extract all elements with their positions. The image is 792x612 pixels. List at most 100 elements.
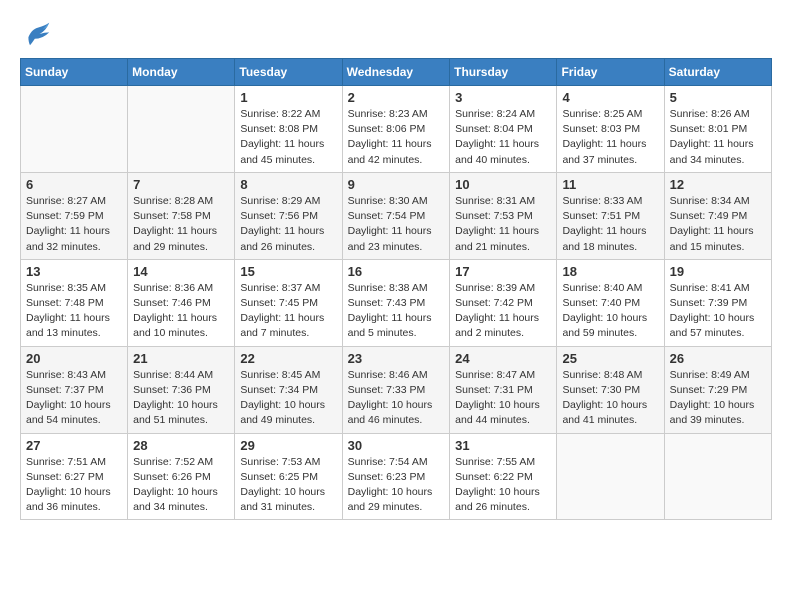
calendar-header-tuesday: Tuesday [235,59,342,86]
calendar-cell [21,86,128,173]
day-info: Sunrise: 8:22 AMSunset: 8:08 PMDaylight:… [240,107,336,168]
calendar-cell: 28Sunrise: 7:52 AMSunset: 6:26 PMDayligh… [128,433,235,520]
calendar-cell: 21 Sunrise: 8:44 AMSunset: 7:36 PMDayligh… [128,346,235,433]
day-info: Sunrise: 8:27 AMSunset: 7:59 PMDaylight:… [26,194,122,255]
calendar-cell: 15 Sunrise: 8:37 AMSunset: 7:45 PMDayligh… [235,259,342,346]
day-info: Sunrise: 8:39 AMSunset: 7:42 PMDaylight:… [455,281,551,342]
day-number: 17 [455,264,551,279]
calendar-cell: 31 Sunrise: 7:55 AMSunset: 6:22 PMDayligh… [450,433,557,520]
calendar-header-monday: Monday [128,59,235,86]
day-number: 25 [562,351,658,366]
day-info: Sunrise: 8:33 AMSunset: 7:51 PMDaylight:… [562,194,658,255]
day-number: 26 [670,351,766,366]
logo-bird-icon [22,20,54,48]
day-number: 3 [455,90,551,105]
day-number: 30 [348,438,445,453]
page-header [20,20,772,48]
day-info: Sunrise: 8:45 AMSunset: 7:34 PMDaylight:… [240,368,336,429]
day-number: 6 [26,177,122,192]
calendar-cell: 14 Sunrise: 8:36 AMSunset: 7:46 PMDayligh… [128,259,235,346]
calendar-header-sunday: Sunday [21,59,128,86]
calendar-cell [664,433,771,520]
day-number: 22 [240,351,336,366]
day-info: Sunrise: 8:44 AMSunset: 7:36 PMDaylight:… [133,368,229,429]
calendar-cell: 3 Sunrise: 8:24 AMSunset: 8:04 PMDaylight… [450,86,557,173]
day-info: Sunrise: 7:55 AMSunset: 6:22 PMDaylight:… [455,455,551,516]
day-number: 23 [348,351,445,366]
day-number: 18 [562,264,658,279]
day-info: Sunrise: 8:49 AMSunset: 7:29 PMDaylight:… [670,368,766,429]
day-info: Sunrise: 8:38 AMSunset: 7:43 PMDaylight:… [348,281,445,342]
calendar-cell: 23 Sunrise: 8:46 AMSunset: 7:33 PMDayligh… [342,346,450,433]
calendar-cell: 12Sunrise: 8:34 AMSunset: 7:49 PMDayligh… [664,172,771,259]
day-info: Sunrise: 8:31 AMSunset: 7:53 PMDaylight:… [455,194,551,255]
day-number: 15 [240,264,336,279]
day-number: 29 [240,438,336,453]
day-info: Sunrise: 8:30 AMSunset: 7:54 PMDaylight:… [348,194,445,255]
day-info: Sunrise: 8:23 AMSunset: 8:06 PMDaylight:… [348,107,445,168]
day-number: 19 [670,264,766,279]
calendar-cell [557,433,664,520]
day-info: Sunrise: 7:54 AMSunset: 6:23 PMDaylight:… [348,455,445,516]
day-info: Sunrise: 8:43 AMSunset: 7:37 PMDaylight:… [26,368,122,429]
calendar-header-row: SundayMondayTuesdayWednesdayThursdayFrid… [21,59,772,86]
day-number: 7 [133,177,229,192]
calendar-cell [128,86,235,173]
calendar-cell: 2 Sunrise: 8:23 AMSunset: 8:06 PMDaylight… [342,86,450,173]
day-info: Sunrise: 8:37 AMSunset: 7:45 PMDaylight:… [240,281,336,342]
calendar-cell: 27Sunrise: 7:51 AMSunset: 6:27 PMDayligh… [21,433,128,520]
calendar-week-row: 20 Sunrise: 8:43 AMSunset: 7:37 PMDayligh… [21,346,772,433]
day-info: Sunrise: 8:41 AMSunset: 7:39 PMDaylight:… [670,281,766,342]
day-info: Sunrise: 8:24 AMSunset: 8:04 PMDaylight:… [455,107,551,168]
calendar-cell: 19 Sunrise: 8:41 AMSunset: 7:39 PMDayligh… [664,259,771,346]
day-info: Sunrise: 8:36 AMSunset: 7:46 PMDaylight:… [133,281,229,342]
calendar-week-row: 13 Sunrise: 8:35 AMSunset: 7:48 PMDayligh… [21,259,772,346]
calendar-cell: 25 Sunrise: 8:48 AMSunset: 7:30 PMDayligh… [557,346,664,433]
calendar-header-friday: Friday [557,59,664,86]
day-info: Sunrise: 8:48 AMSunset: 7:30 PMDaylight:… [562,368,658,429]
day-number: 16 [348,264,445,279]
day-info: Sunrise: 8:40 AMSunset: 7:40 PMDaylight:… [562,281,658,342]
calendar-cell: 26 Sunrise: 8:49 AMSunset: 7:29 PMDayligh… [664,346,771,433]
calendar-cell: 5Sunrise: 8:26 AMSunset: 8:01 PMDaylight… [664,86,771,173]
day-info: Sunrise: 8:47 AMSunset: 7:31 PMDaylight:… [455,368,551,429]
calendar-cell: 17 Sunrise: 8:39 AMSunset: 7:42 PMDayligh… [450,259,557,346]
day-info: Sunrise: 8:46 AMSunset: 7:33 PMDaylight:… [348,368,445,429]
day-number: 31 [455,438,551,453]
logo [20,20,54,48]
calendar-cell: 8Sunrise: 8:29 AMSunset: 7:56 PMDaylight… [235,172,342,259]
day-number: 2 [348,90,445,105]
calendar-header-thursday: Thursday [450,59,557,86]
calendar-cell: 13 Sunrise: 8:35 AMSunset: 7:48 PMDayligh… [21,259,128,346]
day-number: 21 [133,351,229,366]
calendar-cell: 7 Sunrise: 8:28 AMSunset: 7:58 PMDaylight… [128,172,235,259]
calendar-week-row: 6 Sunrise: 8:27 AMSunset: 7:59 PMDaylight… [21,172,772,259]
day-info: Sunrise: 8:25 AMSunset: 8:03 PMDaylight:… [562,107,658,168]
day-number: 9 [348,177,445,192]
day-number: 5 [670,90,766,105]
day-number: 27 [26,438,122,453]
day-number: 14 [133,264,229,279]
calendar-cell: 6 Sunrise: 8:27 AMSunset: 7:59 PMDaylight… [21,172,128,259]
day-number: 20 [26,351,122,366]
day-number: 4 [562,90,658,105]
day-info: Sunrise: 7:53 AMSunset: 6:25 PMDaylight:… [240,455,336,516]
calendar-cell: 4 Sunrise: 8:25 AMSunset: 8:03 PMDaylight… [557,86,664,173]
day-number: 13 [26,264,122,279]
day-info: Sunrise: 7:52 AMSunset: 6:26 PMDaylight:… [133,455,229,516]
calendar-cell: 1Sunrise: 8:22 AMSunset: 8:08 PMDaylight… [235,86,342,173]
calendar-cell: 18 Sunrise: 8:40 AMSunset: 7:40 PMDayligh… [557,259,664,346]
calendar-cell: 9 Sunrise: 8:30 AMSunset: 7:54 PMDaylight… [342,172,450,259]
calendar-week-row: 1Sunrise: 8:22 AMSunset: 8:08 PMDaylight… [21,86,772,173]
calendar-header-saturday: Saturday [664,59,771,86]
calendar-cell: 29 Sunrise: 7:53 AMSunset: 6:25 PMDayligh… [235,433,342,520]
calendar-cell: 10 Sunrise: 8:31 AMSunset: 7:53 PMDayligh… [450,172,557,259]
day-info: Sunrise: 8:34 AMSunset: 7:49 PMDaylight:… [670,194,766,255]
day-number: 8 [240,177,336,192]
calendar-table: SundayMondayTuesdayWednesdayThursdayFrid… [20,58,772,520]
day-info: Sunrise: 8:35 AMSunset: 7:48 PMDaylight:… [26,281,122,342]
day-info: Sunrise: 8:28 AMSunset: 7:58 PMDaylight:… [133,194,229,255]
day-number: 10 [455,177,551,192]
day-number: 11 [562,177,658,192]
calendar-cell: 24Sunrise: 8:47 AMSunset: 7:31 PMDayligh… [450,346,557,433]
